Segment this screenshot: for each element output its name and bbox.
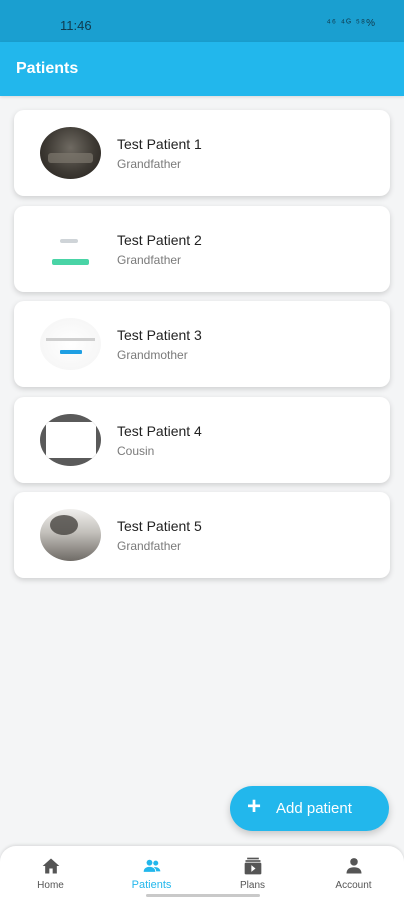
patient-card[interactable]: Test Patient 4 Cousin <box>14 396 390 483</box>
nav-home-label: Home <box>37 880 64 891</box>
patient-avatar <box>40 318 101 370</box>
app-bar: Patients <box>0 42 404 96</box>
patient-card[interactable]: Test Patient 1 Grandfather <box>14 110 390 196</box>
patient-relation: Cousin <box>117 443 155 458</box>
patient-name: Test Patient 3 <box>117 327 202 343</box>
home-indicator <box>146 894 260 897</box>
patient-name: Test Patient 2 <box>117 231 202 248</box>
add-patient-button[interactable]: + Add patient <box>230 786 389 831</box>
patient-avatar <box>40 222 101 275</box>
status-icons: ⁴⁶ ⁴ᴳ ⁵⁸% <box>327 18 376 29</box>
patient-name: Test Patient 1 <box>117 136 202 152</box>
bottom-nav: Home Patients Plans Account <box>0 846 404 900</box>
patient-name: Test Patient 5 <box>117 518 202 534</box>
patient-card[interactable]: Test Patient 3 Grandmother <box>14 301 390 387</box>
patient-relation: Grandfather <box>117 157 182 171</box>
nav-account-label: Account <box>335 880 372 891</box>
patient-avatar <box>40 127 101 179</box>
status-bar: 11:46 ⁴⁶ ⁴ᴳ ⁵⁸% <box>0 0 404 42</box>
patient-card[interactable]: Test Patient 5 Grandfather <box>14 492 390 578</box>
nav-plans-label: Plans <box>239 880 265 891</box>
nav-account[interactable]: Account <box>303 846 404 900</box>
people-icon <box>143 859 161 872</box>
person-icon <box>346 858 362 874</box>
home-icon <box>42 858 60 874</box>
nav-plans[interactable]: Plans <box>202 846 303 900</box>
patient-name: Test Patient 4 <box>117 422 202 439</box>
status-time: 11:46 <box>60 18 92 33</box>
page-title: Patients <box>16 60 79 77</box>
patient-relation: Grandfather <box>117 252 182 267</box>
status-icons-text: ⁴⁶ ⁴ᴳ ⁵⁸% <box>326 18 376 29</box>
plus-icon: + <box>247 793 262 820</box>
patient-avatar <box>40 413 101 466</box>
nav-home[interactable]: Home <box>0 846 101 900</box>
nav-patients-label: Patients <box>131 879 172 891</box>
patient-relation: Grandmother <box>117 348 188 362</box>
patient-avatar <box>40 509 101 561</box>
nav-patients[interactable]: Patients <box>101 846 202 900</box>
video-library-icon <box>244 857 262 875</box>
patient-relation: Grandfather <box>117 539 182 553</box>
patient-list: Test Patient 1 Grandfather Test Patient … <box>14 110 390 588</box>
patient-card[interactable]: Test Patient 2 Grandfather <box>14 205 390 292</box>
add-patient-label: Add patient <box>276 800 352 817</box>
